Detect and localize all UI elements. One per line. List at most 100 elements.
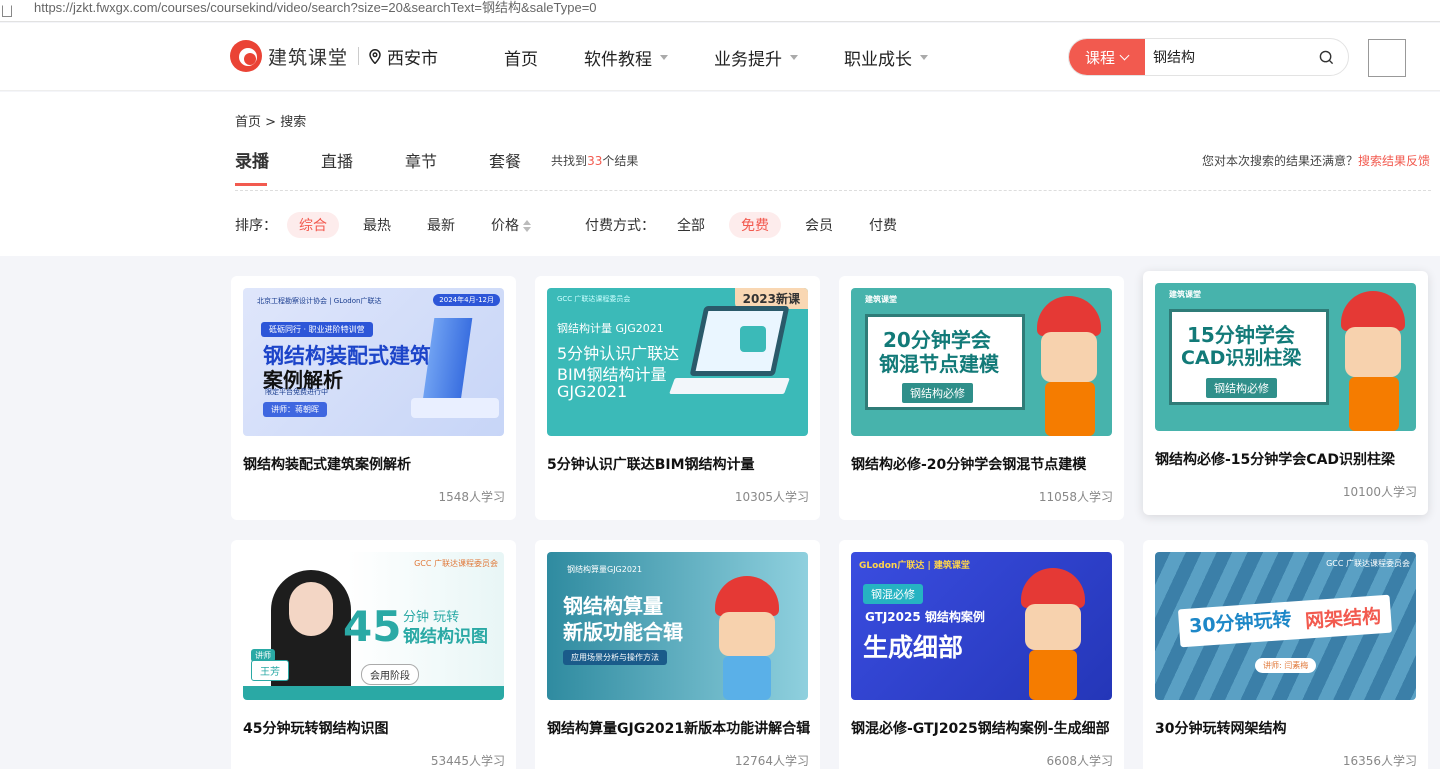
city-selector[interactable]: 西安市 <box>369 44 438 69</box>
logo-icon <box>230 40 262 72</box>
thumb-org: GCC 广联达课程委员会 <box>414 559 498 568</box>
learner-count: 16356人学习 <box>1342 754 1417 768</box>
search-icon[interactable] <box>1319 50 1334 65</box>
breadcrumb-home[interactable]: 首页 <box>235 115 261 130</box>
site-header: 建筑课堂 西安市 首页 软件教程 业务提升 职业成长 课程 <box>0 23 1440 91</box>
filter-row: 排序： 综合 最热 最新 价格 付费方式： 全部 免费 会员 付费 <box>235 212 921 238</box>
result-suffix: 个结果 <box>602 154 639 168</box>
learner-count: 10100人学习 <box>1342 485 1417 499</box>
course-card[interactable]: 建筑课堂 20分钟学会 钢混节点建模 钢结构必修 钢结构必修-20分钟学会钢混节… <box>839 276 1124 520</box>
lecturer-face <box>289 582 333 636</box>
thumb-note: 限定平台免费进行中 <box>265 388 328 396</box>
pay-paid[interactable]: 付费 <box>857 212 909 238</box>
learner-count: 6608人学习 <box>1046 754 1113 768</box>
main-nav: 首页 软件教程 业务提升 职业成长 <box>504 45 974 70</box>
city-name: 西安市 <box>387 48 439 69</box>
learner-count: 53445人学习 <box>430 754 505 768</box>
course-thumbnail[interactable]: 2023新课 GCC 广联达课程委员会 钢结构计量 GJG2021 5分钟认识广… <box>547 288 808 436</box>
mascot-vest-graphic <box>1045 382 1095 436</box>
nav-software[interactable]: 软件教程 <box>584 45 668 70</box>
sort-price-label: 价格 <box>491 218 519 234</box>
sort-hot[interactable]: 最热 <box>351 212 403 238</box>
helmet-graphic <box>1037 296 1101 336</box>
stage-tag: 会用阶段 <box>361 664 419 685</box>
course-card[interactable]: 2023新课 GCC 广联达课程委员会 钢结构计量 GJG2021 5分钟认识广… <box>535 276 820 520</box>
tab-recorded[interactable]: 录播 <box>235 147 269 186</box>
course-thumbnail[interactable]: GLodon广联达 | 建筑课堂 钢混必修 GTJ2025 钢结构案例 生成细部 <box>851 552 1112 700</box>
course-title[interactable]: 钢混必修-GTJ2025钢结构案例-生成细部 <box>851 718 1116 738</box>
course-card[interactable]: GLodon广联达 | 建筑课堂 钢混必修 GTJ2025 钢结构案例 生成细部… <box>839 540 1124 769</box>
course-title[interactable]: 钢结构必修-15分钟学会CAD识别柱梁 <box>1155 449 1420 469</box>
course-card[interactable]: GCC 广联达课程委员会 45 分钟 玩转 钢结构识图 讲师 王芳 会用阶段 4… <box>231 540 516 769</box>
course-thumbnail[interactable]: 钢结构算量GJG2021 钢结构算量 新版功能合辑 应用场景分析与操作方法 <box>547 552 808 700</box>
chevron-down-icon <box>1119 50 1130 60</box>
location-pin-icon <box>369 48 381 64</box>
mascot-face-graphic <box>719 612 775 656</box>
thumb-line2: 钢混节点建模 <box>879 352 999 376</box>
course-card[interactable]: 钢结构算量GJG2021 钢结构算量 新版功能合辑 应用场景分析与操作方法 钢结… <box>535 540 820 769</box>
helmet-graphic <box>1021 568 1085 608</box>
pay-label: 付费方式： <box>585 218 655 234</box>
course-card[interactable]: GCC 广联达课程委员会 30分钟玩转 网架结构 讲师: 闫素梅 30分钟玩转网… <box>1143 540 1428 769</box>
course-card[interactable]: 北京工程勘察设计协会 | GLodon广联达 2024年4月-12月 砥砺同行 … <box>231 276 516 520</box>
nav-career[interactable]: 职业成长 <box>844 45 928 70</box>
feedback-prompt: 您对本次搜索的结果还满意？搜索结果反馈 <box>1202 152 1430 169</box>
thumb-lecturer: 讲师：蒋朝晖 <box>263 402 327 417</box>
course-thumbnail[interactable]: GCC 广联达课程委员会 45 分钟 玩转 钢结构识图 讲师 王芳 会用阶段 <box>243 552 504 700</box>
nav-business[interactable]: 业务提升 <box>714 45 798 70</box>
course-thumbnail[interactable]: 建筑课堂 20分钟学会 钢混节点建模 钢结构必修 <box>851 288 1112 436</box>
thumb-line2: CAD识别柱梁 <box>1181 347 1302 369</box>
thumb-org: 北京工程勘察设计协会 | GLodon广联达 <box>257 297 382 305</box>
feedback-link[interactable]: 搜索结果反馈 <box>1358 154 1430 168</box>
search-input[interactable] <box>1153 49 1313 65</box>
thumb-date: 2024年4月-12月 <box>433 294 500 306</box>
address-bar[interactable]: https://jzkt.fwxgx.com/courses/coursekin… <box>0 0 1440 22</box>
mascot-body-graphic <box>723 656 771 700</box>
course-title[interactable]: 30分钟玩转网架结构 <box>1155 718 1420 738</box>
course-title[interactable]: 45分钟玩转钢结构识图 <box>243 718 508 738</box>
nav-software-label: 软件教程 <box>584 50 652 70</box>
search-panel: 首页 > 搜索 录播 直播 章节 套餐 共找到33个结果 您对本次搜索的结果还满… <box>0 92 1440 256</box>
learner-count: 12764人学习 <box>734 754 809 768</box>
mascot-face-graphic <box>1041 332 1097 382</box>
chevron-down-icon <box>920 55 928 60</box>
pay-free[interactable]: 免费 <box>729 212 781 238</box>
thumb-tag: 钢结构必修 <box>1205 377 1278 399</box>
breadcrumb: 首页 > 搜索 <box>235 111 306 130</box>
url-text[interactable]: https://jzkt.fwxgx.com/courses/coursekin… <box>34 0 597 16</box>
platform-graphic <box>411 398 499 418</box>
learner-count: 1548人学习 <box>438 490 505 504</box>
thumb-brand: GLodon广联达 | 建筑课堂 <box>859 561 970 571</box>
thumb-tag: 砥砺同行 · 职业进阶特训营 <box>261 322 373 337</box>
course-title[interactable]: 钢结构必修-20分钟学会钢混节点建模 <box>851 454 1116 474</box>
thumb-line2: 钢结构识图 <box>403 627 488 647</box>
bottom-band <box>243 686 504 700</box>
course-title[interactable]: 钢结构装配式建筑案例解析 <box>243 454 508 474</box>
nav-career-label: 职业成长 <box>844 50 912 70</box>
sort-newest[interactable]: 最新 <box>415 212 467 238</box>
sort-arrows-icon <box>523 220 531 232</box>
thumb-line1: 钢结构算量 <box>563 594 663 618</box>
breadcrumb-sep: > <box>265 115 277 130</box>
logo[interactable]: 建筑课堂 西安市 <box>230 40 438 72</box>
nav-home[interactable]: 首页 <box>504 45 538 70</box>
search-type-dropdown[interactable]: 课程 <box>1069 39 1145 75</box>
pay-all[interactable]: 全部 <box>665 212 717 238</box>
user-avatar[interactable] <box>1368 39 1406 77</box>
pay-member[interactable]: 会员 <box>793 212 845 238</box>
course-thumbnail[interactable]: GCC 广联达课程委员会 30分钟玩转 网架结构 讲师: 闫素梅 <box>1155 552 1416 700</box>
course-card[interactable]: 建筑课堂 15分钟学会 CAD识别柱梁 钢结构必修 钢结构必修-15分钟学会CA… <box>1143 271 1428 515</box>
sort-price[interactable]: 价格 <box>479 212 543 238</box>
thumb-line1: GTJ2025 钢结构案例 <box>865 610 985 624</box>
chevron-down-icon <box>660 55 668 60</box>
tab-live[interactable]: 直播 <box>321 148 353 186</box>
sort-composite[interactable]: 综合 <box>287 212 339 238</box>
course-thumbnail[interactable]: 建筑课堂 15分钟学会 CAD识别柱梁 钢结构必修 <box>1155 283 1416 431</box>
course-thumbnail[interactable]: 北京工程勘察设计协会 | GLodon广联达 2024年4月-12月 砥砺同行 … <box>243 288 504 436</box>
search-box: 课程 <box>1068 38 1349 76</box>
course-title[interactable]: 5分钟认识广联达BIM钢结构计量 <box>547 454 812 474</box>
course-title[interactable]: 钢结构算量GJG2021新版本功能讲解合辑 <box>547 718 812 738</box>
tab-chapter[interactable]: 章节 <box>405 148 437 186</box>
thumb-line2: 新版功能合辑 <box>563 620 683 644</box>
tab-bundle[interactable]: 套餐 <box>489 148 521 186</box>
